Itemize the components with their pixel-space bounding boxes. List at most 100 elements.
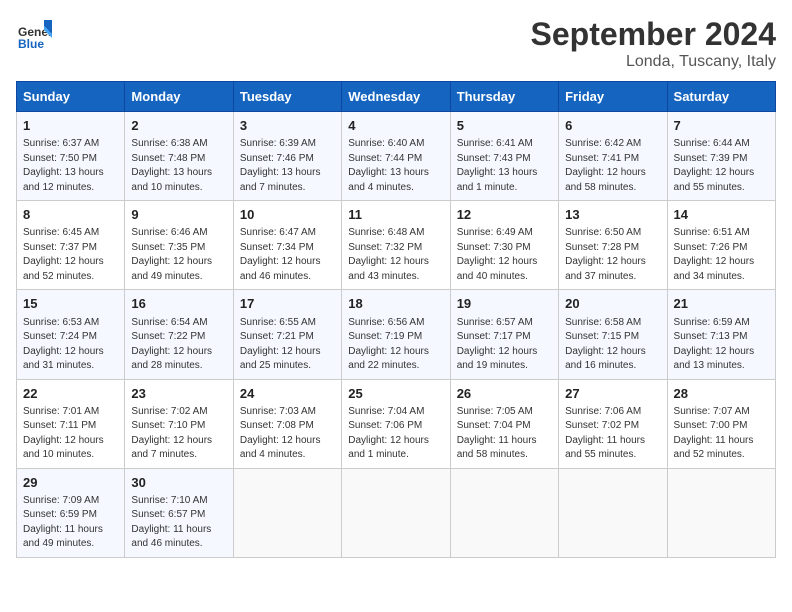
cell-content: Sunrise: 6:49 AMSunset: 7:30 PMDaylight:…	[457, 226, 552, 284]
calendar-week-5: 29Sunrise: 7:09 AMSunset: 6:59 PMDayligh…	[17, 468, 776, 557]
cell-content: Sunrise: 6:41 AMSunset: 7:43 PMDaylight:…	[457, 137, 552, 195]
calendar-header: SundayMondayTuesdayWednesdayThursdayFrid…	[17, 82, 776, 112]
day-number: 30	[131, 474, 226, 492]
cell-content: Sunrise: 6:40 AMSunset: 7:44 PMDaylight:…	[348, 137, 443, 195]
calendar-cell: 26 Sunrise: 7:05 AMSunset: 7:04 PMDayligh…	[450, 379, 558, 468]
day-number: 18	[348, 295, 443, 313]
day-number: 3	[240, 117, 335, 135]
calendar-cell: 11 Sunrise: 6:48 AMSunset: 7:32 PMDayligh…	[342, 201, 450, 290]
cell-content: Sunrise: 6:58 AMSunset: 7:15 PMDaylight:…	[565, 316, 660, 374]
day-number: 10	[240, 206, 335, 224]
calendar-week-1: 1 Sunrise: 6:37 AMSunset: 7:50 PMDaylight…	[17, 112, 776, 201]
day-number: 1	[23, 117, 118, 135]
calendar-cell: 14 Sunrise: 6:51 AMSunset: 7:26 PMDayligh…	[667, 201, 775, 290]
day-number: 20	[565, 295, 660, 313]
column-header-friday: Friday	[559, 82, 667, 112]
cell-content: Sunrise: 6:42 AMSunset: 7:41 PMDaylight:…	[565, 137, 660, 195]
calendar-cell	[233, 468, 341, 557]
cell-content: Sunrise: 6:47 AMSunset: 7:34 PMDaylight:…	[240, 226, 335, 284]
day-number: 11	[348, 206, 443, 224]
cell-content: Sunrise: 6:51 AMSunset: 7:26 PMDaylight:…	[674, 226, 769, 284]
cell-content: Sunrise: 6:53 AMSunset: 7:24 PMDaylight:…	[23, 316, 118, 374]
calendar-cell: 25 Sunrise: 7:04 AMSunset: 7:06 PMDayligh…	[342, 379, 450, 468]
day-number: 13	[565, 206, 660, 224]
day-number: 22	[23, 385, 118, 403]
cell-content: Sunrise: 7:07 AMSunset: 7:00 PMDaylight:…	[674, 405, 769, 463]
cell-content: Sunrise: 6:45 AMSunset: 7:37 PMDaylight:…	[23, 226, 118, 284]
cell-content: Sunrise: 6:39 AMSunset: 7:46 PMDaylight:…	[240, 137, 335, 195]
month-title: September 2024	[531, 16, 776, 53]
calendar-cell: 20 Sunrise: 6:58 AMSunset: 7:15 PMDayligh…	[559, 290, 667, 379]
day-number: 16	[131, 295, 226, 313]
calendar-cell: 24Sunrise: 7:03 AMSunset: 7:08 PMDayligh…	[233, 379, 341, 468]
day-number: 2	[131, 117, 226, 135]
column-header-thursday: Thursday	[450, 82, 558, 112]
calendar-cell: 27Sunrise: 7:06 AMSunset: 7:02 PMDayligh…	[559, 379, 667, 468]
calendar-cell: 16 Sunrise: 6:54 AMSunset: 7:22 PMDayligh…	[125, 290, 233, 379]
column-header-sunday: Sunday	[17, 82, 125, 112]
calendar-cell: 7Sunrise: 6:44 AMSunset: 7:39 PMDaylight…	[667, 112, 775, 201]
calendar-cell: 21Sunrise: 6:59 AMSunset: 7:13 PMDayligh…	[667, 290, 775, 379]
cell-content: Sunrise: 6:37 AMSunset: 7:50 PMDaylight:…	[23, 137, 118, 195]
column-header-saturday: Saturday	[667, 82, 775, 112]
column-header-monday: Monday	[125, 82, 233, 112]
day-number: 9	[131, 206, 226, 224]
cell-content: Sunrise: 7:10 AMSunset: 6:57 PMDaylight:…	[131, 494, 226, 552]
cell-content: Sunrise: 6:46 AMSunset: 7:35 PMDaylight:…	[131, 226, 226, 284]
day-number: 12	[457, 206, 552, 224]
logo: General Blue	[16, 16, 52, 52]
calendar-cell: 12 Sunrise: 6:49 AMSunset: 7:30 PMDayligh…	[450, 201, 558, 290]
calendar-cell: 29Sunrise: 7:09 AMSunset: 6:59 PMDayligh…	[17, 468, 125, 557]
cell-content: Sunrise: 6:56 AMSunset: 7:19 PMDaylight:…	[348, 316, 443, 374]
cell-content: Sunrise: 7:05 AMSunset: 7:04 PMDaylight:…	[457, 405, 552, 463]
calendar-cell: 9 Sunrise: 6:46 AMSunset: 7:35 PMDaylight…	[125, 201, 233, 290]
day-number: 8	[23, 206, 118, 224]
day-number: 19	[457, 295, 552, 313]
calendar-cell: 15 Sunrise: 6:53 AMSunset: 7:24 PMDayligh…	[17, 290, 125, 379]
calendar-cell	[450, 468, 558, 557]
cell-content: Sunrise: 7:01 AMSunset: 7:11 PMDaylight:…	[23, 405, 118, 463]
calendar-cell: 28 Sunrise: 7:07 AMSunset: 7:00 PMDayligh…	[667, 379, 775, 468]
day-number: 5	[457, 117, 552, 135]
logo-icon: General Blue	[16, 16, 52, 52]
calendar-cell: 6 Sunrise: 6:42 AMSunset: 7:41 PMDaylight…	[559, 112, 667, 201]
day-number: 17	[240, 295, 335, 313]
calendar-cell: 30 Sunrise: 7:10 AMSunset: 6:57 PMDayligh…	[125, 468, 233, 557]
calendar-cell: 10 Sunrise: 6:47 AMSunset: 7:34 PMDayligh…	[233, 201, 341, 290]
svg-text:Blue: Blue	[18, 37, 44, 51]
day-number: 7	[674, 117, 769, 135]
calendar-cell: 5 Sunrise: 6:41 AMSunset: 7:43 PMDaylight…	[450, 112, 558, 201]
calendar-cell: 4 Sunrise: 6:40 AMSunset: 7:44 PMDaylight…	[342, 112, 450, 201]
calendar-cell: 19 Sunrise: 6:57 AMSunset: 7:17 PMDayligh…	[450, 290, 558, 379]
day-number: 25	[348, 385, 443, 403]
day-number: 28	[674, 385, 769, 403]
page-header: General Blue September 2024 Londa, Tusca…	[16, 16, 776, 71]
calendar-cell: 1 Sunrise: 6:37 AMSunset: 7:50 PMDaylight…	[17, 112, 125, 201]
day-number: 6	[565, 117, 660, 135]
location: Londa, Tuscany, Italy	[531, 53, 776, 71]
cell-content: Sunrise: 7:03 AMSunset: 7:08 PMDaylight:…	[240, 405, 335, 463]
day-number: 21	[674, 295, 769, 313]
cell-content: Sunrise: 7:04 AMSunset: 7:06 PMDaylight:…	[348, 405, 443, 463]
column-header-wednesday: Wednesday	[342, 82, 450, 112]
calendar-cell: 22 Sunrise: 7:01 AMSunset: 7:11 PMDayligh…	[17, 379, 125, 468]
day-number: 14	[674, 206, 769, 224]
day-number: 15	[23, 295, 118, 313]
calendar-cell: 17 Sunrise: 6:55 AMSunset: 7:21 PMDayligh…	[233, 290, 341, 379]
calendar-cell: 8 Sunrise: 6:45 AMSunset: 7:37 PMDaylight…	[17, 201, 125, 290]
cell-content: Sunrise: 6:55 AMSunset: 7:21 PMDaylight:…	[240, 316, 335, 374]
cell-content: Sunrise: 6:57 AMSunset: 7:17 PMDaylight:…	[457, 316, 552, 374]
cell-content: Sunrise: 6:48 AMSunset: 7:32 PMDaylight:…	[348, 226, 443, 284]
calendar-week-4: 22 Sunrise: 7:01 AMSunset: 7:11 PMDayligh…	[17, 379, 776, 468]
calendar-table: SundayMondayTuesdayWednesdayThursdayFrid…	[16, 81, 776, 558]
cell-content: Sunrise: 7:09 AMSunset: 6:59 PMDaylight:…	[23, 494, 118, 552]
calendar-cell: 18 Sunrise: 6:56 AMSunset: 7:19 PMDayligh…	[342, 290, 450, 379]
calendar-cell: 23Sunrise: 7:02 AMSunset: 7:10 PMDayligh…	[125, 379, 233, 468]
cell-content: Sunrise: 6:38 AMSunset: 7:48 PMDaylight:…	[131, 137, 226, 195]
calendar-cell	[667, 468, 775, 557]
cell-content: Sunrise: 6:54 AMSunset: 7:22 PMDaylight:…	[131, 316, 226, 374]
cell-content: Sunrise: 6:50 AMSunset: 7:28 PMDaylight:…	[565, 226, 660, 284]
day-number: 4	[348, 117, 443, 135]
day-number: 26	[457, 385, 552, 403]
calendar-cell	[559, 468, 667, 557]
